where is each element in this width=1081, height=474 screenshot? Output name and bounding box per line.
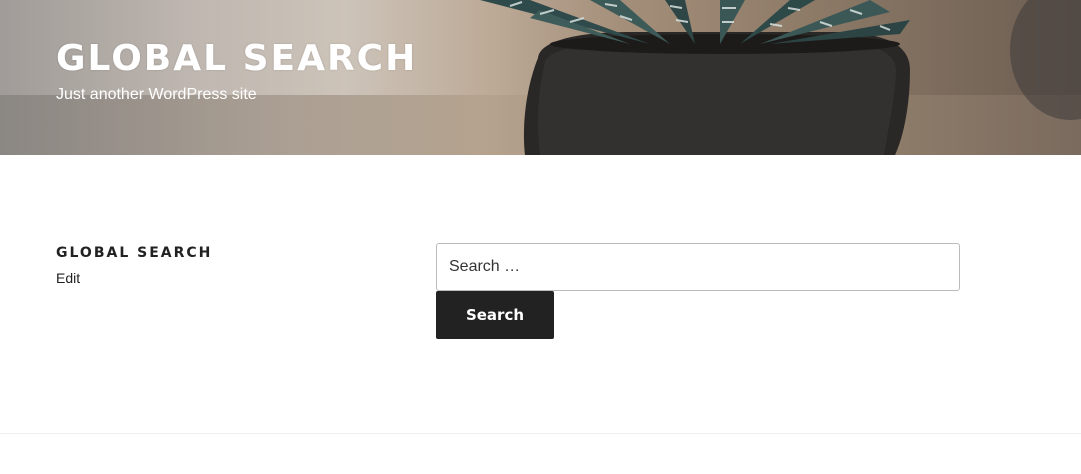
site-header: GLOBAL SEARCH Just another WordPress sit…	[0, 0, 1081, 155]
page-title: GLOBAL SEARCH	[56, 245, 213, 261]
footer-divider	[0, 433, 1081, 434]
site-tagline: Just another WordPress site	[56, 86, 257, 103]
header-plant-image	[480, 0, 910, 155]
search-button[interactable]: Search	[436, 291, 554, 339]
site-title[interactable]: GLOBAL SEARCH	[56, 37, 417, 81]
edit-link[interactable]: Edit	[56, 269, 80, 287]
search-input[interactable]	[436, 243, 960, 291]
